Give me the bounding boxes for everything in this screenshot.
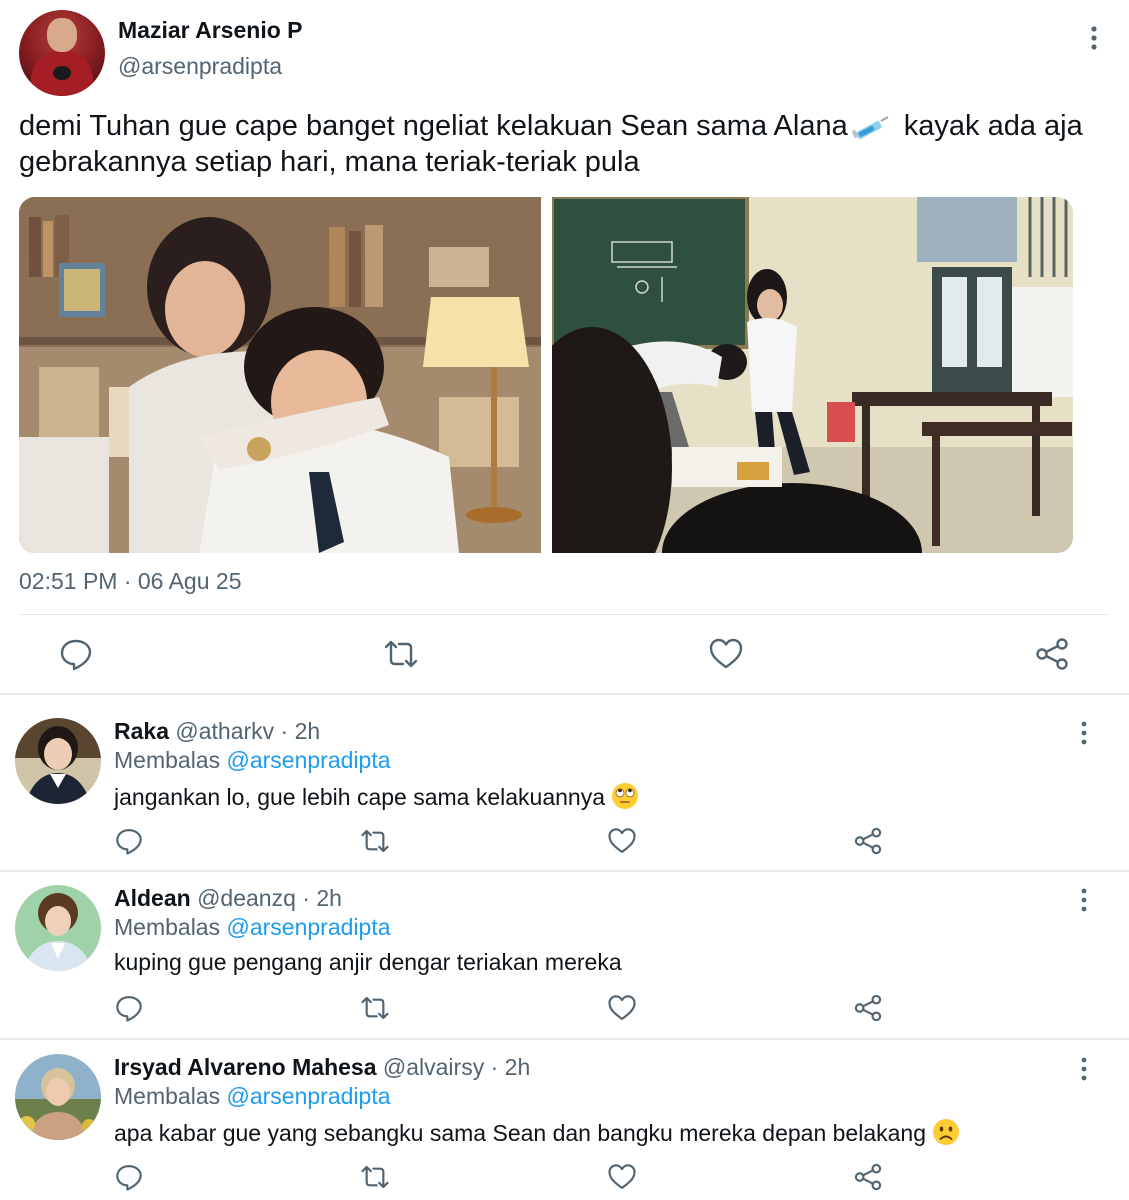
syringe-emoji	[851, 116, 889, 139]
reply-author-name[interactable]: Raka	[114, 718, 169, 744]
tweet-media[interactable]	[19, 197, 1073, 553]
divider	[0, 693, 1129, 695]
like-icon[interactable]	[607, 1162, 637, 1192]
reply-author-name[interactable]: Irsyad Alvareno Mahesa	[114, 1054, 377, 1080]
more-icon[interactable]	[1072, 1056, 1096, 1082]
reply-item[interactable]: Irsyad Alvareno Mahesa @alvairsy · 2h Me…	[0, 1032, 1129, 1198]
reply-author-handle[interactable]: @alvairsy	[383, 1054, 484, 1080]
replying-to-link[interactable]: @arsenpradipta	[227, 747, 391, 773]
share-icon[interactable]	[1034, 636, 1070, 672]
like-icon[interactable]	[607, 826, 637, 856]
reply-header: Irsyad Alvareno Mahesa @alvairsy · 2h	[114, 1054, 530, 1081]
reply-text-content: kuping gue pengang anjir dengar teriakan…	[114, 949, 622, 975]
retweet-icon[interactable]	[360, 1162, 390, 1192]
reply-avatar[interactable]	[15, 885, 101, 971]
replying-to-link[interactable]: @arsenpradipta	[227, 914, 391, 940]
tweet-text-part-1: demi Tuhan gue cape banget ngeliat kelak…	[19, 110, 848, 142]
frowning-face-emoji	[933, 1119, 959, 1145]
reply-icon[interactable]	[114, 1162, 144, 1192]
replying-to: Membalas @arsenpradipta	[114, 747, 391, 774]
reply-age[interactable]: 2h	[505, 1054, 531, 1080]
divider	[19, 614, 1109, 615]
dot-separator: ·	[490, 1054, 499, 1080]
reply-avatar[interactable]	[15, 718, 101, 804]
share-icon[interactable]	[853, 826, 883, 856]
author-avatar[interactable]	[19, 10, 105, 96]
photo-library[interactable]	[19, 197, 541, 553]
replying-to: Membalas @arsenpradipta	[114, 1083, 391, 1110]
replying-to-label: Membalas	[114, 914, 221, 940]
main-tweet: Maziar Arsenio P @arsenpradipta demi Tuh…	[0, 0, 1129, 694]
dot-separator: ·	[280, 718, 289, 744]
reply-item[interactable]: Raka @atharkv · 2h Membalas @arsenpradip…	[0, 696, 1129, 862]
retweet-icon[interactable]	[383, 636, 419, 672]
reply-text: jangankan lo, gue lebih cape sama kelaku…	[114, 782, 639, 811]
tweet-text: demi Tuhan gue cape banget ngeliat kelak…	[19, 108, 1109, 180]
share-icon[interactable]	[853, 993, 883, 1023]
replying-to: Membalas @arsenpradipta	[114, 914, 391, 941]
author-name[interactable]: Maziar Arsenio P	[118, 17, 302, 44]
like-icon[interactable]	[708, 636, 744, 672]
reply-icon[interactable]	[114, 826, 144, 856]
author-handle[interactable]: @arsenpradipta	[118, 53, 282, 80]
more-icon[interactable]	[1072, 720, 1096, 746]
dot-separator: ·	[302, 885, 310, 911]
retweet-icon[interactable]	[360, 993, 390, 1023]
share-icon[interactable]	[853, 1162, 883, 1192]
reply-header: Aldean @deanzq · 2h	[114, 885, 342, 912]
reply-text-content: jangankan lo, gue lebih cape sama kelaku…	[114, 784, 606, 810]
retweet-icon[interactable]	[360, 826, 390, 856]
replying-to-link[interactable]: @arsenpradipta	[227, 1083, 391, 1109]
like-icon[interactable]	[607, 993, 637, 1023]
eye-roll-emoji	[612, 783, 639, 809]
more-icon[interactable]	[1082, 24, 1106, 52]
tweet-timestamp[interactable]: 02:51 PM · 06 Agu 25	[19, 568, 242, 595]
reply-avatar[interactable]	[15, 1054, 101, 1140]
reply-text: kuping gue pengang anjir dengar teriakan…	[114, 949, 622, 976]
replying-to-label: Membalas	[114, 747, 221, 773]
reply-text-content: apa kabar gue yang sebangku sama Sean da…	[114, 1120, 926, 1146]
reply-author-handle[interactable]: @deanzq	[197, 885, 296, 911]
reply-age[interactable]: 2h	[316, 885, 342, 911]
reply-item[interactable]: Aldean @deanzq · 2h Membalas @arsenpradi…	[0, 863, 1129, 1029]
photo-classroom[interactable]	[552, 197, 1073, 553]
reply-author-handle[interactable]: @atharkv	[175, 718, 274, 744]
reply-age[interactable]: 2h	[295, 718, 321, 744]
reply-header: Raka @atharkv · 2h	[114, 718, 320, 745]
reply-text: apa kabar gue yang sebangku sama Sean da…	[114, 1118, 960, 1147]
more-icon[interactable]	[1072, 887, 1096, 913]
replying-to-label: Membalas	[114, 1083, 221, 1109]
reply-icon[interactable]	[58, 636, 94, 672]
reply-icon[interactable]	[114, 993, 144, 1023]
reply-author-name[interactable]: Aldean	[114, 885, 191, 911]
